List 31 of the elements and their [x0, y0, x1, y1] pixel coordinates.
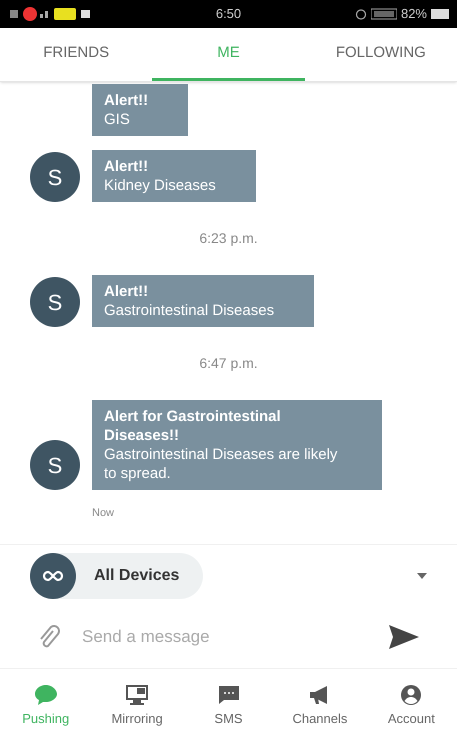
message-title: Alert!!	[104, 91, 148, 110]
tab[interactable]: FRIENDS	[0, 28, 152, 81]
timestamp: 6:23 p.m.	[199, 229, 258, 248]
battery-percentage: 82%	[400, 5, 427, 24]
message-body: GIS	[104, 110, 131, 129]
nav-item[interactable]: Account	[366, 669, 457, 728]
chat-bubble-icon	[32, 682, 59, 706]
nav-item[interactable]: Channels	[274, 669, 366, 728]
avatar: S	[30, 440, 80, 490]
message-body: Kidney Diseases	[104, 176, 216, 195]
message-input[interactable]: Send a message	[82, 624, 365, 650]
message-body: Gastrointestinal Diseases	[104, 301, 274, 320]
nav-item[interactable]: SMS	[182, 669, 274, 728]
timestamp: 6:47 p.m.	[199, 354, 258, 373]
device-label: All Devices	[94, 566, 180, 586]
clock: 6:50	[216, 5, 242, 24]
message-title: Alert!!	[104, 157, 150, 176]
infinity-icon	[30, 552, 76, 598]
timestamp: Now	[92, 507, 114, 519]
send-icon[interactable]	[387, 623, 421, 651]
tab[interactable]: FOLLOWING	[304, 28, 457, 81]
device-selector[interactable]: All Devices	[30, 552, 204, 598]
message-title: Alert for Gastrointestinal Diseases!!	[104, 407, 282, 445]
monitor-icon	[124, 682, 150, 706]
avatar: S	[30, 152, 80, 202]
avatar: S	[30, 277, 80, 327]
nav-item[interactable]: Mirroring	[91, 669, 183, 728]
message-title: Alert!!	[104, 282, 150, 301]
dropdown-caret-icon[interactable]	[417, 572, 427, 578]
battery-icon	[431, 9, 449, 19]
message-body: Gastrointestinal Diseases are likely to spread.	[104, 445, 338, 483]
